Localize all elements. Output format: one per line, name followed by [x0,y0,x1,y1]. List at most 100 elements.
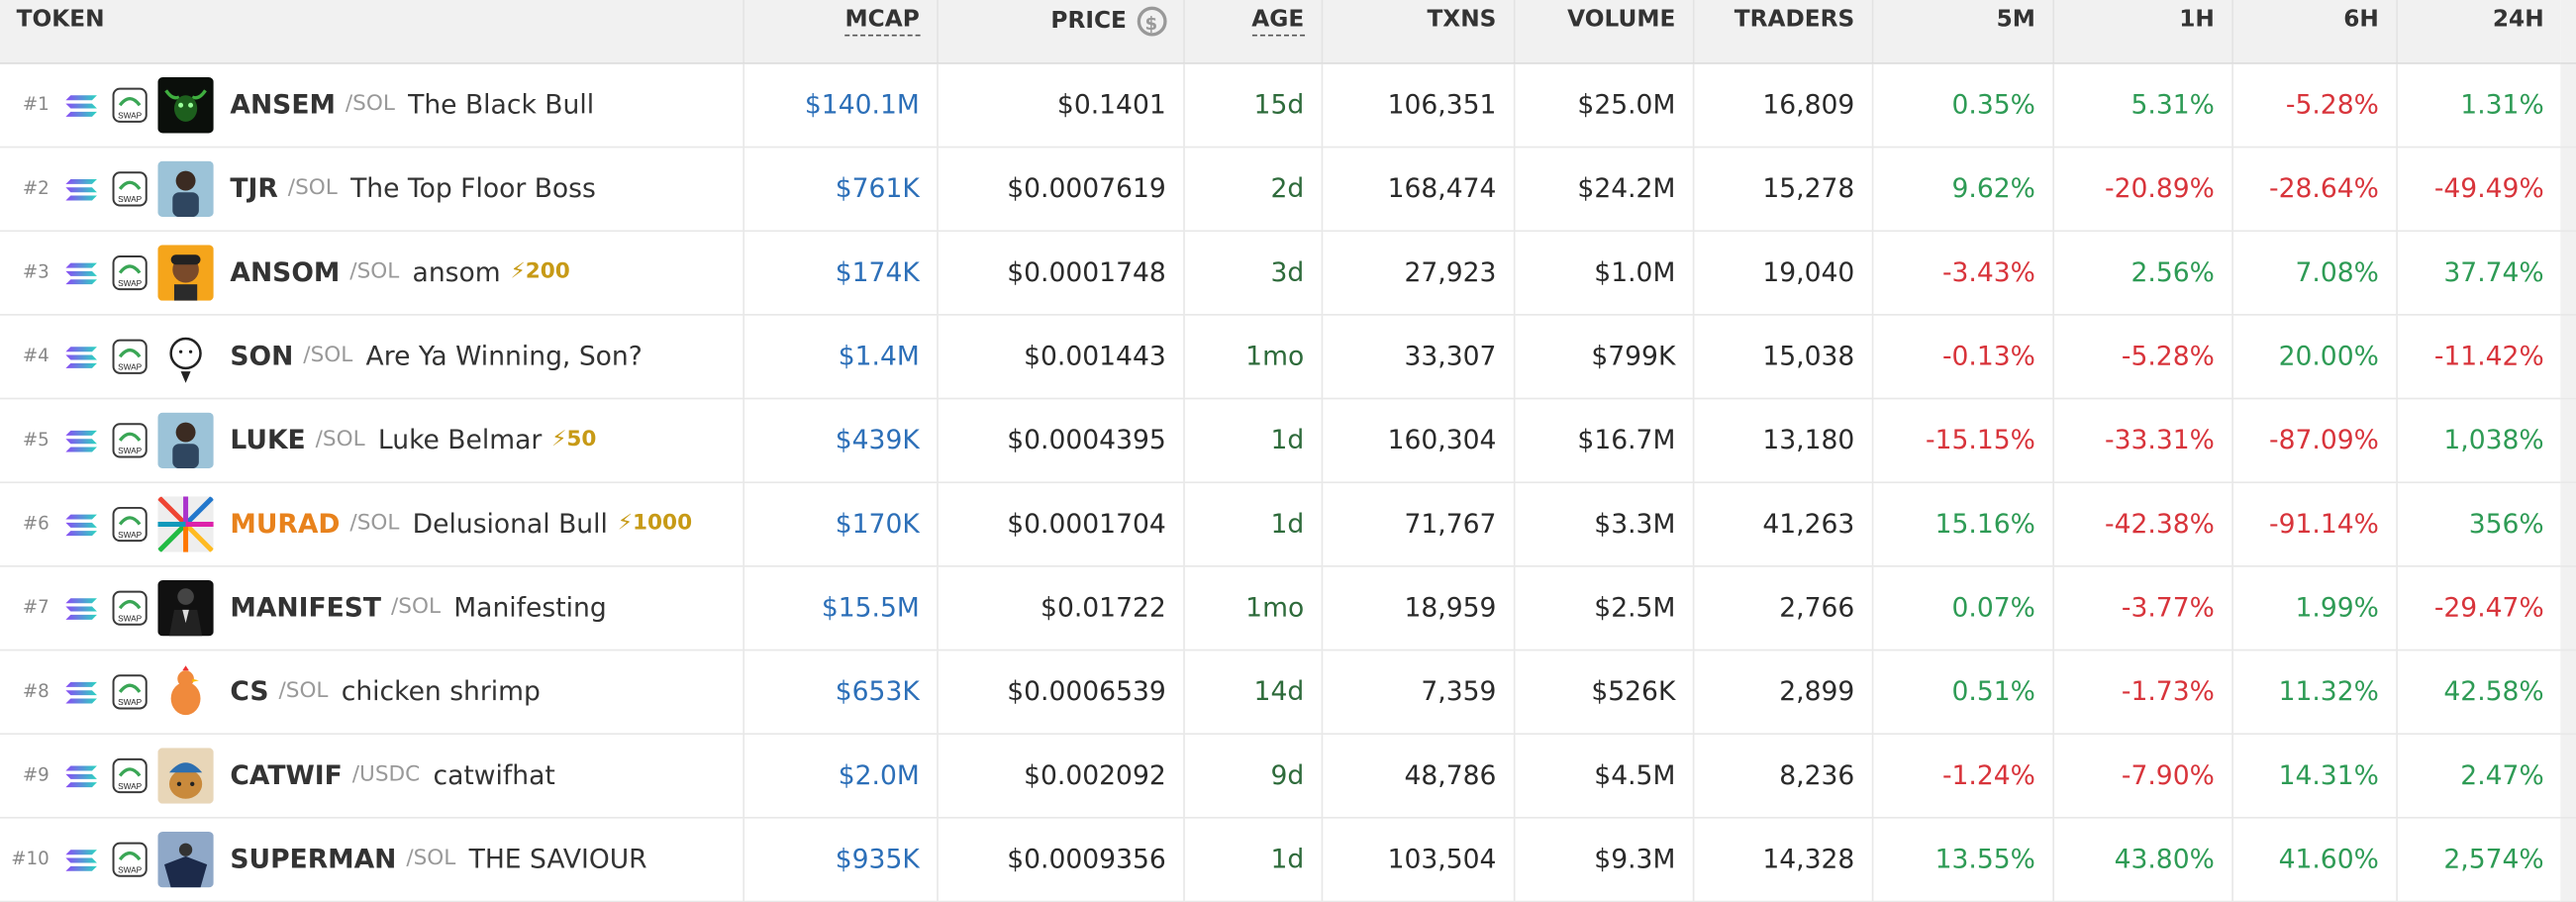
swap-icon[interactable]: SWAP [112,841,149,877]
token-symbol[interactable]: ANSOM [230,256,340,288]
table-row[interactable]: #3 SWAP ANSOM/SOL ansom ⚡200 $174K $0.0001748 3… [0,230,2576,315]
token-name: chicken shrimp [341,675,541,707]
table-row[interactable]: #6 SWAP MURAD/SOL Delusional Bull ⚡1000 $170K… [0,481,2576,566]
table-row[interactable]: #4 SWAP SON/SOL Are Ya Winning, Son? $1.4M $0… [0,314,2576,399]
mcap-cell: $653K [743,649,939,735]
svg-text:SWAP: SWAP [118,613,143,623]
header-label: AGE [1251,6,1305,37]
token-avatar [157,411,214,468]
col-header-price[interactable]: PRICE $ [937,0,1185,63]
change-24h-cell: 356% [2396,481,2561,566]
swap-icon[interactable]: SWAP [112,505,149,542]
token-cell[interactable]: #10 SWAP SUPERMAN/SOL THE SAVIOUR [0,817,744,902]
scroll-edge [2560,565,2576,651]
swap-icon[interactable]: SWAP [112,756,149,793]
traders-cell: 16,809 [1692,62,1873,148]
table-row[interactable]: #8 SWAP CS/SOL chicken shrimp $653K $0.000653… [0,649,2576,735]
swap-icon[interactable]: SWAP [112,253,149,290]
token-cell[interactable]: #1 SWAP ANSEM/SOL The Black Bull [0,62,744,148]
swap-icon[interactable]: SWAP [112,673,149,710]
price-cell: $0.002092 [937,733,1185,818]
table-row[interactable]: #2 SWAP TJR/SOL The Top Floor Boss $761K $0.0… [0,146,2576,232]
token-symbol[interactable]: TJR [230,172,277,204]
token-symbol[interactable]: SON [230,341,293,372]
token-cell[interactable]: #3 SWAP ANSOM/SOL ansom ⚡200 [0,230,744,315]
age-cell: 1mo [1183,565,1323,651]
col-header-token[interactable]: TOKEN [0,0,744,63]
traders-cell: 2,766 [1692,565,1873,651]
change-5m-cell: 0.07% [1871,565,2054,651]
col-header-volume[interactable]: VOLUME [1513,0,1694,63]
table-row[interactable]: #9 SWAP CATWIF/USDC catwifhat $2.0M $0.002092… [0,733,2576,818]
boost-badge[interactable]: ⚡200 [511,259,570,284]
change-6h-cell: 20.00% [2231,314,2398,399]
token-avatar [157,495,214,551]
swap-icon[interactable]: SWAP [112,422,149,458]
token-symbol[interactable]: MANIFEST [230,592,381,624]
rank-label: #9 [22,763,50,786]
boost-badge[interactable]: ⚡1000 [618,511,692,536]
swap-icon[interactable]: SWAP [112,338,149,374]
col-header-6h[interactable]: 6H [2231,0,2398,63]
col-header-txns[interactable]: TXNS [1321,0,1515,63]
scroll-edge [2560,230,2576,315]
change-24h-cell: 42.58% [2396,649,2561,735]
token-cell[interactable]: #8 SWAP CS/SOL chicken shrimp [0,649,744,735]
token-table-container: TOKEN MCAP PRICE $ AGE TXNS VOLUME TRADER… [0,0,2576,902]
solana-icon [65,178,97,200]
swap-icon[interactable]: SWAP [112,86,149,123]
quote-symbol: /SOL [345,91,395,117]
token-cell[interactable]: #7 SWAP MANIFEST/SOL Manifesting [0,565,744,651]
table-row[interactable]: #7 SWAP MANIFEST/SOL Manifesting $15.5M $0.01… [0,565,2576,651]
col-header-5m[interactable]: 5M [1871,0,2054,63]
token-symbol[interactable]: ANSEM [230,89,335,121]
token-avatar [157,76,214,133]
token-cell[interactable]: #5 SWAP LUKE/SOL Luke Belmar ⚡50 [0,397,744,483]
table-row[interactable]: #1 SWAP ANSEM/SOL The Black Bull $140.1M $0.1… [0,62,2576,148]
swap-icon[interactable]: SWAP [112,170,149,207]
change-5m-cell: 13.55% [1871,817,2054,902]
change-5m-cell: 9.62% [1871,146,2054,232]
rank-label: #8 [22,680,50,702]
token-table: TOKEN MCAP PRICE $ AGE TXNS VOLUME TRADER… [0,0,2576,902]
mcap-cell: $761K [743,146,939,232]
col-header-1h[interactable]: 1H [2052,0,2233,63]
quote-symbol: /SOL [315,427,365,452]
token-name: Manifesting [453,591,607,624]
traders-cell: 15,038 [1692,314,1873,399]
change-6h-cell: -87.09% [2231,397,2398,483]
swap-icon[interactable]: SWAP [112,589,149,626]
token-symbol[interactable]: SUPERMAN [230,844,396,875]
col-header-24h[interactable]: 24H [2396,0,2561,63]
col-header-traders[interactable]: TRADERS [1692,0,1873,63]
boost-badge[interactable]: ⚡50 [551,428,596,452]
age-cell: 3d [1183,230,1323,315]
svg-text:SWAP: SWAP [118,361,143,371]
rank-label: #1 [22,93,50,116]
col-header-age[interactable]: AGE [1183,0,1323,63]
token-symbol[interactable]: LUKE [230,424,305,455]
txns-cell: 106,351 [1321,62,1515,148]
volume-cell: $4.5M [1513,733,1694,818]
token-cell[interactable]: #6 SWAP MURAD/SOL Delusional Bull ⚡1000 [0,481,744,566]
mcap-cell: $174K [743,230,939,315]
col-header-mcap[interactable]: MCAP [743,0,939,63]
mcap-cell: $170K [743,481,939,566]
token-cell[interactable]: #2 SWAP TJR/SOL The Top Floor Boss [0,146,744,232]
change-5m-cell: -15.15% [1871,397,2054,483]
token-symbol[interactable]: CS [230,675,268,707]
token-symbol[interactable]: CATWIF [230,759,342,791]
table-row[interactable]: #10 SWAP SUPERMAN/SOL THE SAVIOUR $935K $0.00… [0,817,2576,902]
header-label: TRADERS [1734,6,1855,34]
token-cell[interactable]: #4 SWAP SON/SOL Are Ya Winning, Son? [0,314,744,399]
change-1h-cell: -33.31% [2052,397,2233,483]
table-row[interactable]: #5 SWAP LUKE/SOL Luke Belmar ⚡50 $439K $0.0004… [0,397,2576,483]
change-5m-cell: 0.51% [1871,649,2054,735]
token-cell[interactable]: #9 SWAP CATWIF/USDC catwifhat [0,733,744,818]
token-symbol[interactable]: MURAD [230,508,340,540]
change-5m-cell: 0.35% [1871,62,2054,148]
change-5m-cell: -1.24% [1871,733,2054,818]
change-1h-cell: -3.77% [2052,565,2233,651]
dollar-circle-icon[interactable]: $ [1136,6,1166,37]
svg-text:SWAP: SWAP [118,445,143,454]
